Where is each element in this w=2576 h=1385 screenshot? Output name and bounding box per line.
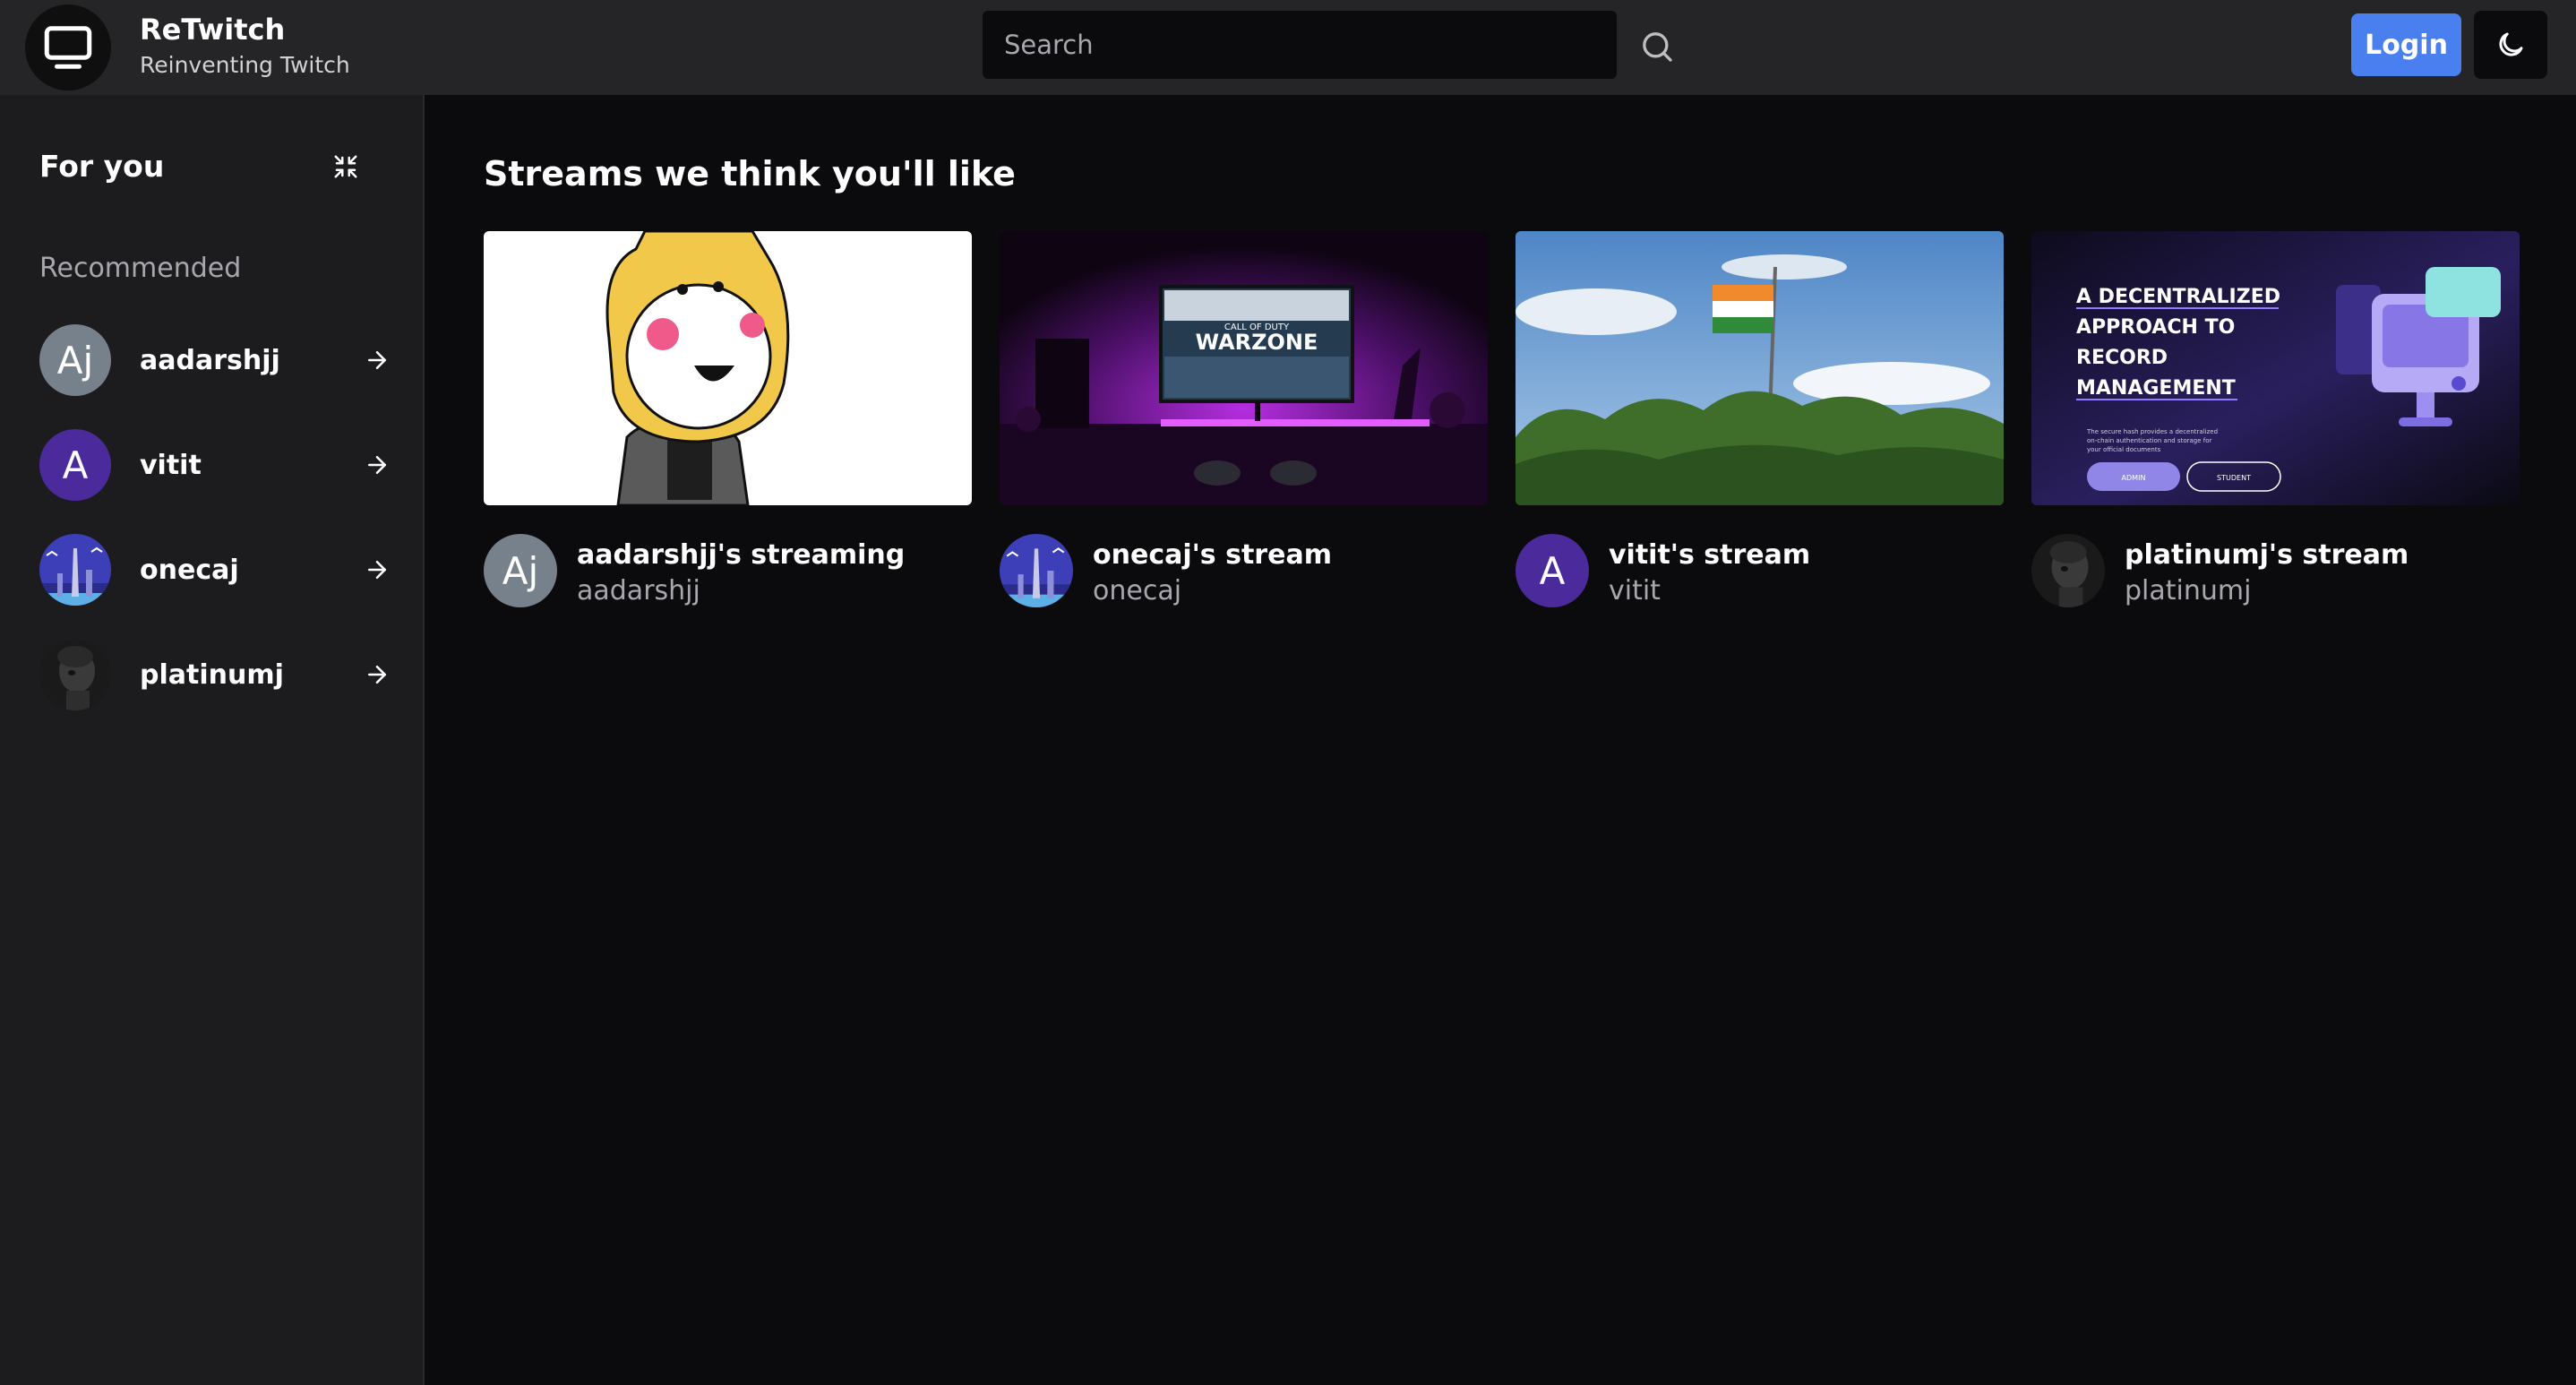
sidebar-title: For you (39, 149, 165, 184)
recommended-label: Recommended (39, 253, 242, 284)
stream-card[interactable]: A DECENTRALIZED APPROACH TO RECORD MANAG… (2031, 231, 2520, 607)
thumbnail-caption: MANAGEMENT (2076, 377, 2236, 400)
stream-title[interactable]: platinumj's stream (2125, 539, 2409, 571)
stream-title[interactable]: aadarshjj's streaming (577, 539, 905, 571)
avatar: A (39, 429, 111, 501)
stream-card[interactable]: Aj aadarshjj's streaming aadarshjj (484, 231, 972, 607)
sidebar-item-aadarshjj[interactable]: Aj aadarshjj (39, 324, 391, 396)
stream-meta: Aj aadarshjj's streaming aadarshjj (484, 534, 972, 607)
theme-toggle-button[interactable] (2474, 11, 2547, 79)
app-tagline: Reinventing Twitch (140, 52, 350, 78)
avatar[interactable] (2031, 534, 2105, 607)
stream-meta: platinumj's stream platinumj (2031, 534, 2520, 607)
stream-title[interactable]: onecaj's stream (1093, 539, 1332, 571)
arrow-right-icon (368, 456, 386, 474)
stream-thumbnail[interactable]: A DECENTRALIZED APPROACH TO RECORD MANAG… (2031, 231, 2520, 505)
search-icon (1643, 32, 1672, 62)
streamer-name[interactable]: vitit (1609, 575, 1661, 606)
thumbnail-caption: The secure hash provides a decentralized (2086, 428, 2218, 435)
collapse-sidebar-button[interactable] (330, 151, 362, 183)
stream-thumbnail[interactable] (484, 231, 972, 505)
avatar (39, 639, 111, 710)
thumbnail-caption: on-chain authentication and storage for (2087, 437, 2211, 444)
search-input[interactable] (1004, 30, 1617, 60)
avatar (39, 534, 111, 606)
streamer-name[interactable]: platinumj (2125, 575, 2251, 606)
stream-thumbnail[interactable]: CALL OF DUTY WARZONE (1000, 231, 1488, 505)
stream-meta: A vitit's stream vitit (1516, 534, 2004, 607)
thumbnail-caption: your official documents (2087, 446, 2161, 453)
sidebar-item-onecaj[interactable]: onecaj (39, 534, 391, 606)
sidebar-item-label: aadarshjj (140, 344, 280, 376)
section-title: Streams we think you'll like (484, 154, 1016, 194)
search-button[interactable] (1632, 22, 1682, 72)
tv-icon[interactable] (25, 4, 111, 90)
streamer-name[interactable]: onecaj (1093, 575, 1181, 606)
sidebar-item-platinumj[interactable]: platinumj (39, 639, 391, 710)
sidebar-item-label: platinumj (140, 658, 284, 691)
stream-card[interactable]: CALL OF DUTY WARZONE onecaj's stream one… (1000, 231, 1488, 607)
thumbnail-caption: A DECENTRALIZED (2076, 286, 2280, 308)
arrow-right-icon (368, 666, 386, 684)
sidebar-item-vitit[interactable]: A vitit (39, 429, 391, 501)
stream-meta: onecaj's stream onecaj (1000, 534, 1488, 607)
avatar[interactable]: A (1516, 534, 1589, 607)
sidebar-item-label: onecaj (140, 554, 239, 586)
arrow-right-icon (368, 561, 386, 579)
app-name[interactable]: ReTwitch (140, 13, 285, 47)
arrow-right-icon (368, 351, 386, 369)
streamer-name[interactable]: aadarshjj (577, 575, 700, 606)
moon-icon (2499, 32, 2523, 56)
search-box (983, 11, 1617, 79)
avatar: Aj (39, 324, 111, 396)
login-button[interactable]: Login (2351, 13, 2461, 76)
avatar[interactable] (1000, 534, 1073, 607)
sidebar-item-label: vitit (140, 449, 202, 481)
thumbnail-caption: WARZONE (1196, 330, 1318, 355)
sidebar: For you Recommended Aj aadarshjj A vitit (0, 95, 425, 1385)
collapse-icon (334, 155, 357, 178)
thumbnail-caption: APPROACH TO (2076, 316, 2235, 339)
thumbnail-caption: STUDENT (2217, 474, 2251, 482)
thumbnail-caption: RECORD (2076, 347, 2168, 369)
thumbnail-caption: ADMIN (2122, 474, 2146, 482)
stream-title[interactable]: vitit's stream (1609, 539, 1810, 571)
stream-card[interactable]: A vitit's stream vitit (1516, 231, 2004, 607)
stream-thumbnail[interactable] (1516, 231, 2004, 505)
top-navbar: ReTwitch Reinventing Twitch Login (0, 0, 2576, 95)
avatar[interactable]: Aj (484, 534, 557, 607)
